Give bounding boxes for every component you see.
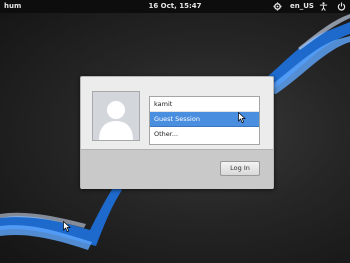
accessibility-icon[interactable] xyxy=(319,2,328,11)
keyboard-layout-indicator[interactable]: en_US xyxy=(290,0,314,13)
top-panel: hum 16 Oct, 15:47 en_US xyxy=(0,0,350,13)
user-item-other[interactable]: Other... xyxy=(150,127,259,142)
mouse-pointer-icon xyxy=(238,112,246,123)
user-avatar xyxy=(92,91,140,141)
mouse-pointer-icon xyxy=(63,221,71,232)
gear-icon[interactable] xyxy=(273,2,282,11)
user-silhouette-icon xyxy=(99,101,133,140)
user-item-kamit[interactable]: kamit xyxy=(150,97,259,112)
power-icon[interactable] xyxy=(337,2,346,11)
login-dialog: kamit Guest Session Other... Log In xyxy=(80,76,274,189)
log-in-button[interactable]: Log In xyxy=(220,161,260,176)
